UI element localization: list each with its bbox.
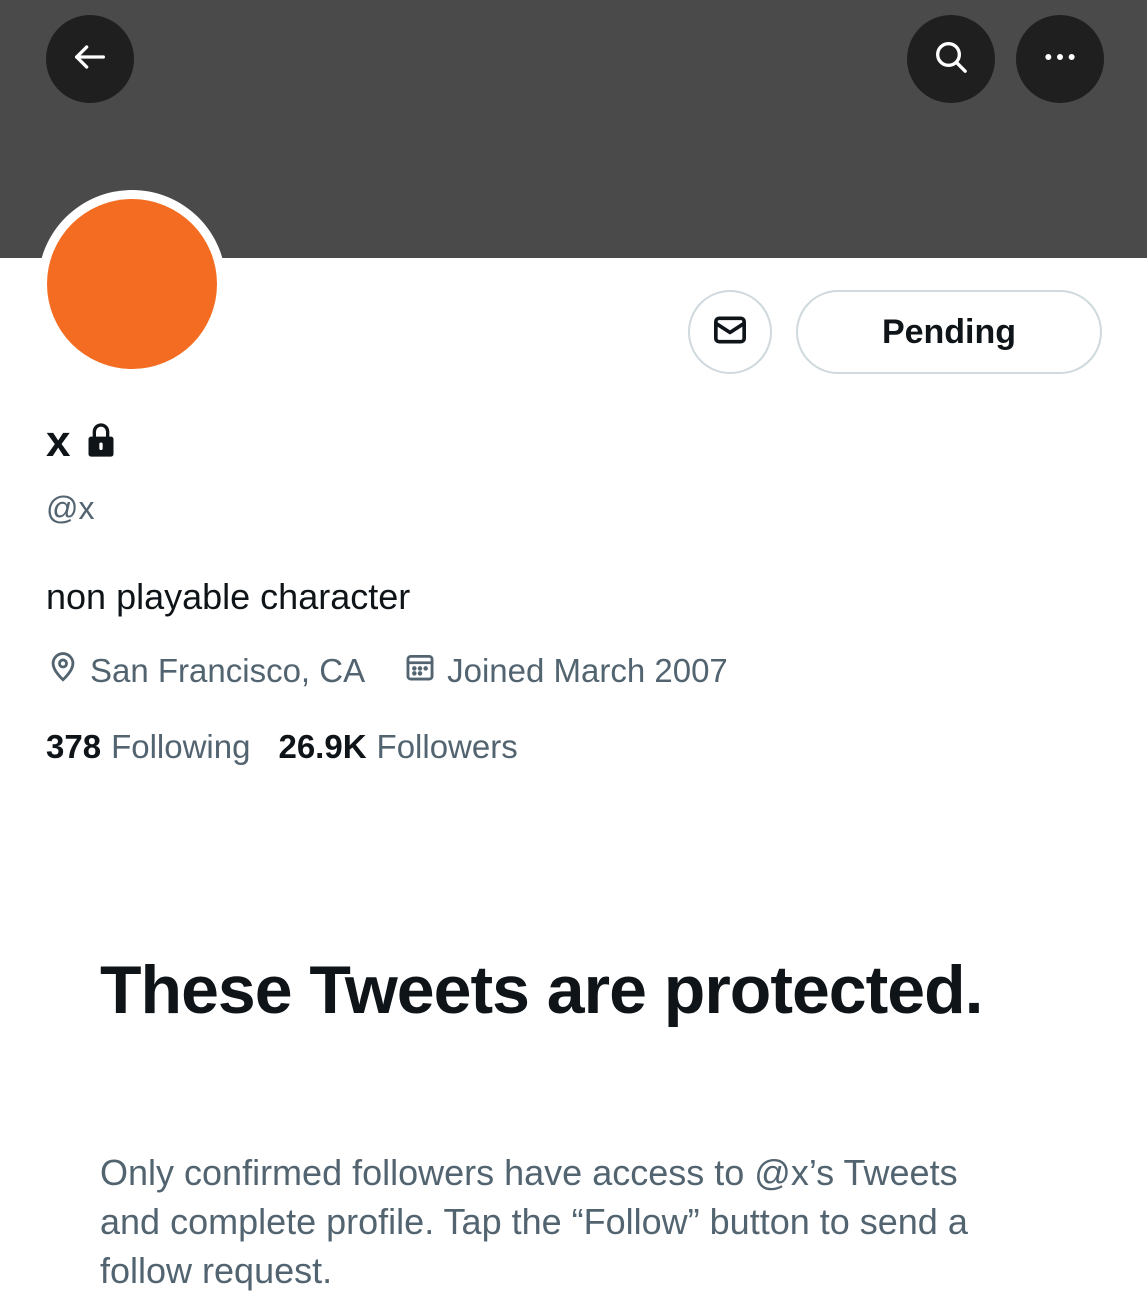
display-name: x (46, 417, 71, 466)
search-button[interactable] (907, 15, 995, 103)
joined-text: Joined March 2007 (447, 652, 728, 689)
following-label: Following (111, 728, 251, 765)
more-horizontal-icon (1040, 37, 1080, 82)
profile-stats: 378 Following 26.9K Followers (46, 728, 518, 766)
profile-handle: @x (46, 490, 95, 526)
search-icon (931, 37, 971, 82)
profile-page: Pending x @x non playable character San … (0, 0, 1147, 1305)
name-row: x (46, 412, 118, 472)
following-count: 378 (46, 728, 102, 765)
profile-meta: San Francisco, CA Joined March 2007 (46, 650, 728, 692)
followers-count: 26.9K (278, 728, 367, 765)
protected-description: Only confirmed followers have access to … (100, 1152, 968, 1291)
location-text: San Francisco, CA (90, 652, 366, 689)
followers-stat[interactable]: 26.9K Followers (278, 728, 517, 766)
more-button[interactable] (1016, 15, 1104, 103)
message-icon (710, 310, 750, 355)
followers-label: Followers (376, 728, 518, 765)
location-item: San Francisco, CA (46, 650, 365, 692)
joined-item: Joined March 2007 (403, 650, 728, 692)
calendar-icon (403, 650, 437, 692)
location-pin-icon (46, 650, 80, 692)
back-button[interactable] (46, 15, 134, 103)
arrow-left-icon (70, 37, 110, 82)
profile-bio: non playable character (46, 576, 411, 617)
pending-button[interactable]: Pending (796, 290, 1102, 374)
following-stat[interactable]: 378 Following (46, 728, 250, 766)
protected-title: These Tweets are protected. (100, 952, 984, 1028)
message-button[interactable] (688, 290, 772, 374)
pending-label: Pending (881, 312, 1017, 351)
avatar[interactable] (47, 199, 217, 369)
lock-icon (84, 420, 118, 465)
